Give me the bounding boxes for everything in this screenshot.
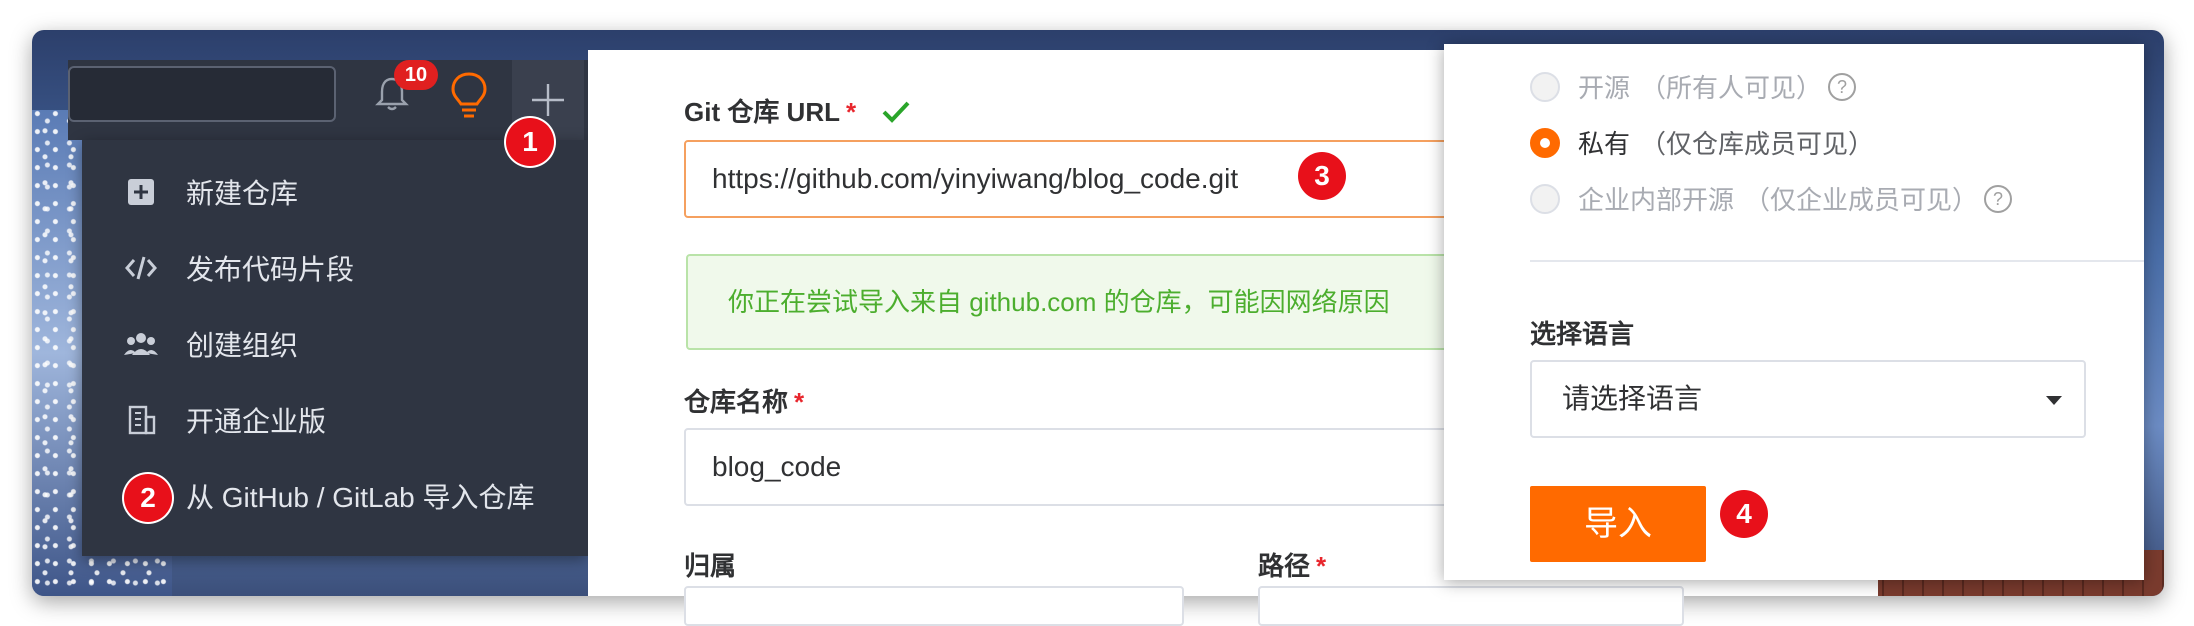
language-label: 选择语言 [1530, 319, 1635, 349]
callout-marker-3: 3 [1298, 152, 1346, 200]
menu-item-label: 创建组织 [186, 330, 299, 361]
menu-item-label: 开通企业版 [186, 406, 327, 437]
plus-icon [532, 84, 564, 116]
plus-square-icon [124, 175, 158, 209]
callout-marker-1: 1 [506, 118, 554, 166]
radio-public[interactable] [1530, 71, 1560, 102]
option-label: 私有 [1578, 129, 1631, 159]
help-icon[interactable]: ? [1984, 184, 2013, 213]
menu-item-label: 新建仓库 [186, 178, 299, 209]
users-icon [124, 327, 158, 361]
option-label: 企业内部开源 [1578, 185, 1735, 215]
notification-badge: 10 [394, 60, 438, 90]
owner-select[interactable] [684, 586, 1184, 626]
building-icon [124, 403, 158, 437]
lightbulb-icon[interactable] [446, 70, 492, 120]
divider [1530, 260, 2144, 262]
radio-enterprise[interactable] [1530, 183, 1560, 214]
option-hint: （仅仓库成员可见） [1640, 129, 1875, 159]
caret-down-icon [2046, 396, 2062, 405]
repo-settings-panel: 开源 （所有人可见） ? 私有 （仅仓库成员可见） 企业内部开源 （仅企业成员可… [1444, 44, 2144, 580]
visibility-option-public[interactable]: 开源 （所有人可见） ? [1530, 68, 1857, 105]
language-select-value: 请选择语言 [1562, 383, 1703, 414]
option-hint: （仅企业成员可见） [1744, 185, 1979, 215]
code-icon [124, 251, 158, 285]
path-input[interactable] [1258, 586, 1684, 626]
menu-item-snippet[interactable]: 发布代码片段 [82, 230, 588, 306]
import-button[interactable]: 导入 [1530, 486, 1706, 562]
git-url-label: Git 仓库 URL * [684, 92, 911, 129]
menu-item-label: 从 GitHub / GitLab 导入仓库 [186, 482, 535, 513]
language-select[interactable]: 请选择语言 [1530, 360, 2086, 438]
repo-name-label: 仓库名称 * [684, 387, 805, 417]
path-label: 路径 * [1258, 551, 1327, 581]
menu-item-create-org[interactable]: 创建组织 [82, 306, 588, 382]
menu-item-new-repo[interactable]: 新建仓库 [82, 154, 588, 230]
owner-label: 归属 [684, 551, 737, 581]
check-icon [882, 101, 910, 123]
menu-item-enterprise[interactable]: 开通企业版 [82, 382, 588, 458]
visibility-option-enterprise[interactable]: 企业内部开源 （仅企业成员可见） ? [1530, 180, 2013, 217]
callout-marker-2: 2 [124, 474, 172, 522]
option-hint: （所有人可见） [1640, 73, 1823, 103]
visibility-option-private[interactable]: 私有 （仅仓库成员可见） [1530, 124, 1874, 161]
help-icon[interactable]: ? [1828, 72, 1857, 101]
nav-search-input[interactable] [68, 66, 336, 122]
callout-marker-4: 4 [1720, 490, 1768, 538]
menu-item-label: 发布代码片段 [186, 254, 355, 285]
radio-private[interactable] [1530, 127, 1560, 158]
option-label: 开源 [1578, 73, 1631, 103]
